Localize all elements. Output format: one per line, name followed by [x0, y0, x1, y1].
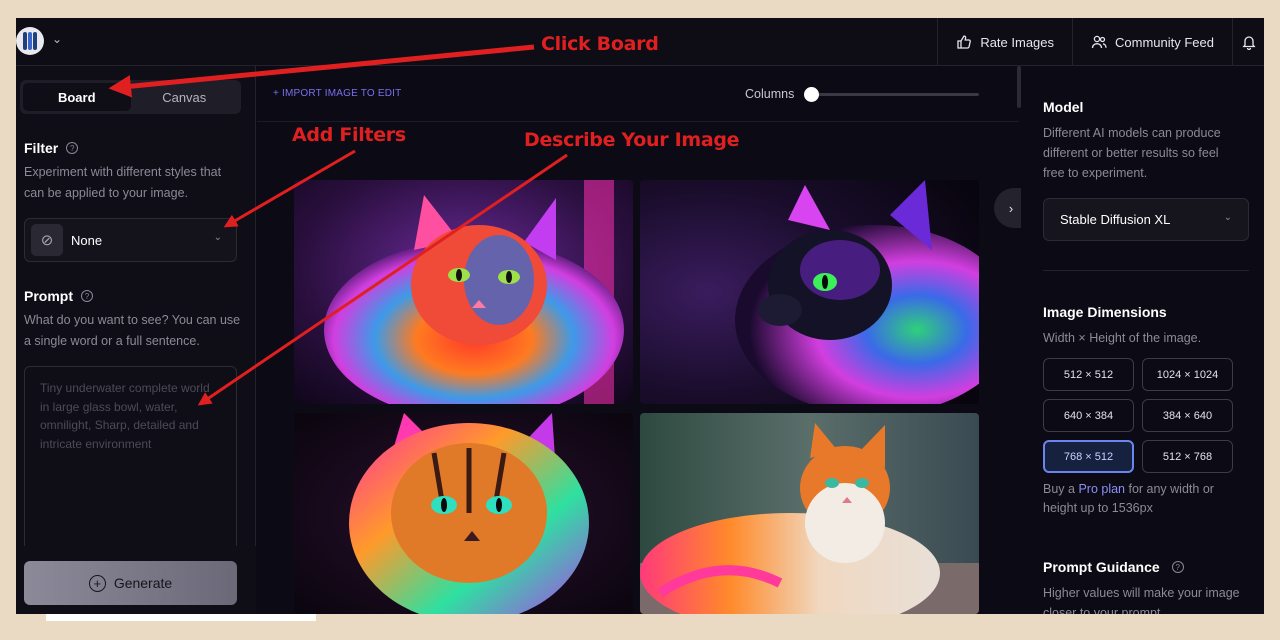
divider	[1043, 270, 1249, 271]
generated-image[interactable]	[294, 180, 633, 404]
generate-button[interactable]: + Generate	[24, 561, 237, 605]
notifications-button[interactable]	[1232, 18, 1264, 66]
bell-icon	[1241, 36, 1256, 50]
prompt-title: Prompt	[24, 288, 73, 304]
no-filter-icon: ⊘	[31, 224, 63, 256]
chevron-down-icon: ⌄	[213, 232, 222, 243]
pro-plan-link[interactable]: Pro plan	[1078, 482, 1125, 496]
view-toggle: Board Canvas	[20, 80, 241, 114]
guidance-heading: Prompt Guidance ?	[1043, 559, 1184, 575]
community-feed-label: Community Feed	[1115, 34, 1214, 50]
pro-text-before: Buy a	[1043, 482, 1079, 496]
dimension-option[interactable]: 512 × 512	[1043, 358, 1134, 391]
plus-circle-icon: +	[88, 574, 106, 592]
filter-title: Filter	[24, 140, 59, 156]
chevron-right-icon: ›	[1008, 200, 1014, 216]
columns-slider[interactable]	[805, 93, 979, 96]
filter-select[interactable]: ⊘ None ⌄	[24, 218, 237, 262]
dimensions-description: Width × Height of the image.	[1043, 331, 1202, 345]
dimension-option[interactable]: 640 × 384	[1043, 399, 1134, 432]
generated-image[interactable]	[294, 413, 633, 614]
settings-panel: Model Different AI models can produce di…	[1021, 66, 1264, 614]
prompt-input[interactable]: Tiny underwater complete world in large …	[24, 366, 237, 551]
pro-plan-note: Buy a Pro plan for any width or height u…	[1043, 480, 1243, 518]
rate-images-label: Rate Images	[980, 34, 1055, 50]
thumbs-up-icon	[957, 35, 972, 49]
help-icon[interactable]: ?	[81, 290, 93, 302]
taskbar-fragment	[46, 614, 316, 621]
chevron-down-icon: ⌄	[1223, 212, 1232, 223]
dimension-option[interactable]: 1024 × 1024	[1142, 358, 1233, 391]
help-icon[interactable]: ?	[66, 142, 79, 154]
next-page-button[interactable]: ›	[994, 188, 1024, 228]
columns-label: Columns	[745, 87, 795, 101]
model-select[interactable]: Stable Diffusion XL ⌄	[1043, 198, 1249, 241]
app-window: ⌄ Rate Images Community Feed Board Canva…	[16, 18, 1264, 614]
left-sidebar: Board Canvas Filter ? Experiment with di…	[16, 66, 256, 614]
tab-canvas[interactable]: Canvas	[131, 83, 239, 111]
columns-slider-handle[interactable]	[804, 87, 819, 102]
import-image-link[interactable]: + IMPORT IMAGE TO EDIT	[273, 88, 401, 99]
prompt-placeholder: Tiny underwater complete world in large …	[40, 381, 210, 451]
dimension-option[interactable]: 384 × 640	[1142, 399, 1233, 432]
prompt-description: What do you want to see? You can use a s…	[24, 313, 241, 348]
model-title: Model	[1043, 99, 1084, 115]
generated-image[interactable]	[640, 413, 979, 614]
rate-images-button[interactable]: Rate Images	[937, 18, 1072, 66]
annotation-add-filters: Add Filters	[292, 124, 406, 146]
chevron-down-icon[interactable]: ⌄	[52, 32, 62, 46]
help-icon[interactable]: ?	[1171, 561, 1184, 573]
dimension-option-selected[interactable]: 768 × 512	[1043, 440, 1134, 473]
guidance-title: Prompt Guidance	[1043, 559, 1160, 575]
annotation-click-board: Click Board	[541, 33, 659, 55]
generate-footer: + Generate	[16, 546, 256, 614]
dimension-option[interactable]: 512 × 768	[1142, 440, 1233, 473]
model-description: Different AI models can produce differen…	[1043, 126, 1221, 180]
generated-image[interactable]	[640, 180, 979, 404]
users-icon	[1091, 35, 1107, 49]
dimensions-title: Image Dimensions	[1043, 304, 1167, 320]
annotation-describe-image: Describe Your Image	[524, 129, 740, 151]
filter-description: Experiment with different styles that ca…	[24, 165, 222, 200]
top-nav: Rate Images Community Feed	[937, 18, 1264, 66]
guidance-description: Higher values will make your image close…	[1043, 586, 1240, 614]
community-feed-button[interactable]: Community Feed	[1072, 18, 1232, 66]
logo-icon[interactable]	[16, 27, 44, 55]
filter-value: None	[71, 232, 103, 248]
prompt-heading: Prompt ?	[24, 288, 93, 304]
filter-heading: Filter ?	[24, 140, 79, 156]
board-toolbar: + IMPORT IMAGE TO EDIT Columns	[257, 66, 1019, 122]
generate-label: Generate	[113, 575, 173, 591]
tab-board[interactable]: Board	[23, 83, 131, 111]
model-value: Stable Diffusion XL	[1060, 212, 1171, 227]
